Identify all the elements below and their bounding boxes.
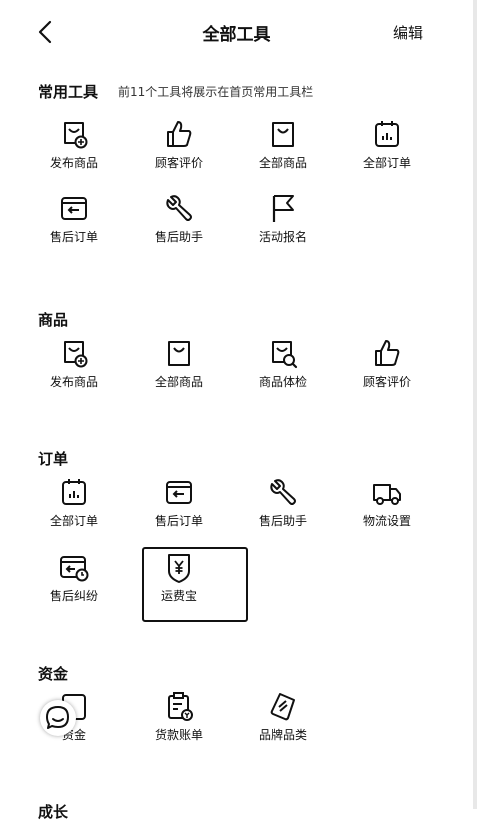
card-return-icon xyxy=(166,481,192,504)
wrench-icon xyxy=(166,195,192,221)
tool-activity-signup[interactable]: 活动报名 xyxy=(233,192,333,256)
tool-aftersale-assistant-2[interactable]: 售后助手 xyxy=(233,476,333,540)
tool-aftersale-dispute[interactable]: 售后纠纷 xyxy=(24,551,124,615)
section-title-goods: 商品 xyxy=(38,311,69,329)
tool-all-orders[interactable]: 全部订单 xyxy=(337,118,437,182)
tool-label: 全部商品 xyxy=(258,156,307,170)
tool-customer-review[interactable]: 顾客评价 xyxy=(129,118,229,182)
tool-label: 发布商品 xyxy=(49,156,98,170)
tool-aftersale-orders-2[interactable]: 售后订单 xyxy=(129,476,229,540)
clipboard-chart-icon xyxy=(62,479,86,505)
card-clock-icon xyxy=(60,556,89,582)
bag-plus-icon xyxy=(64,341,88,368)
scrollbar-edge xyxy=(473,0,477,809)
tool-all-orders-2[interactable]: 全部订单 xyxy=(24,476,124,540)
truck-icon xyxy=(373,484,401,505)
bag-plus-icon xyxy=(64,122,88,149)
tool-label: 发布商品 xyxy=(49,375,98,389)
bag-search-icon xyxy=(272,341,298,369)
chat-float-button[interactable] xyxy=(40,700,76,736)
chat-icon xyxy=(46,706,69,729)
tool-goods-inspect[interactable]: 商品体检 xyxy=(233,337,333,401)
clipboard-chart-icon xyxy=(375,121,399,147)
section-subtitle-common: 前11个工具将展示在首页常用工具栏 xyxy=(118,85,314,99)
highlight-box xyxy=(142,547,248,622)
section-title-orders: 订单 xyxy=(38,450,69,468)
tool-label: 顾客评价 xyxy=(362,375,411,389)
edit-button[interactable]: 编辑 xyxy=(393,22,423,43)
section-title-funds: 资金 xyxy=(38,665,69,683)
tool-label: 全部订单 xyxy=(49,514,98,528)
tool-label: 售后助手 xyxy=(258,514,307,528)
bag-icon xyxy=(168,341,190,366)
tool-label: 售后订单 xyxy=(154,514,203,528)
clipboard-money-icon xyxy=(168,692,193,721)
bag-icon xyxy=(272,122,294,147)
wrench-icon xyxy=(270,479,296,505)
tool-label: 全部订单 xyxy=(362,156,411,170)
tool-label: 售后助手 xyxy=(154,230,203,244)
tool-label: 货款账单 xyxy=(154,728,203,742)
tool-customer-review-2[interactable]: 顾客评价 xyxy=(337,337,437,401)
card-return-icon xyxy=(61,197,87,220)
tool-aftersale-orders[interactable]: 售后订单 xyxy=(24,192,124,256)
tool-payment-bill[interactable]: 货款账单 xyxy=(129,690,229,754)
tool-label: 物流设置 xyxy=(362,514,411,528)
tool-publish-goods-2[interactable]: 发布商品 xyxy=(24,337,124,401)
tool-publish-goods[interactable]: 发布商品 xyxy=(24,118,124,182)
tool-label: 品牌品类 xyxy=(258,728,307,742)
header: 全部工具 编辑 xyxy=(0,0,473,64)
tool-label: 售后订单 xyxy=(49,230,98,244)
tool-brand-category[interactable]: 品牌品类 xyxy=(233,690,333,754)
tool-aftersale-assistant[interactable]: 售后助手 xyxy=(129,192,229,256)
tool-logistics-settings[interactable]: 物流设置 xyxy=(337,476,437,540)
section-title-common: 常用工具 xyxy=(38,83,99,101)
thumbs-up-icon xyxy=(375,340,400,366)
tool-label: 活动报名 xyxy=(258,230,307,244)
tag-icon xyxy=(270,693,295,721)
tool-all-goods-2[interactable]: 全部商品 xyxy=(129,337,229,401)
thumbs-up-icon xyxy=(167,121,192,147)
tool-label: 售后纠纷 xyxy=(49,589,98,603)
tool-label: 全部商品 xyxy=(154,375,203,389)
tool-all-goods[interactable]: 全部商品 xyxy=(233,118,333,182)
flag-icon xyxy=(272,195,294,222)
tool-label: 商品体检 xyxy=(258,375,307,389)
section-title-growth: 成长 xyxy=(38,803,69,821)
tool-label: 顾客评价 xyxy=(154,156,203,170)
